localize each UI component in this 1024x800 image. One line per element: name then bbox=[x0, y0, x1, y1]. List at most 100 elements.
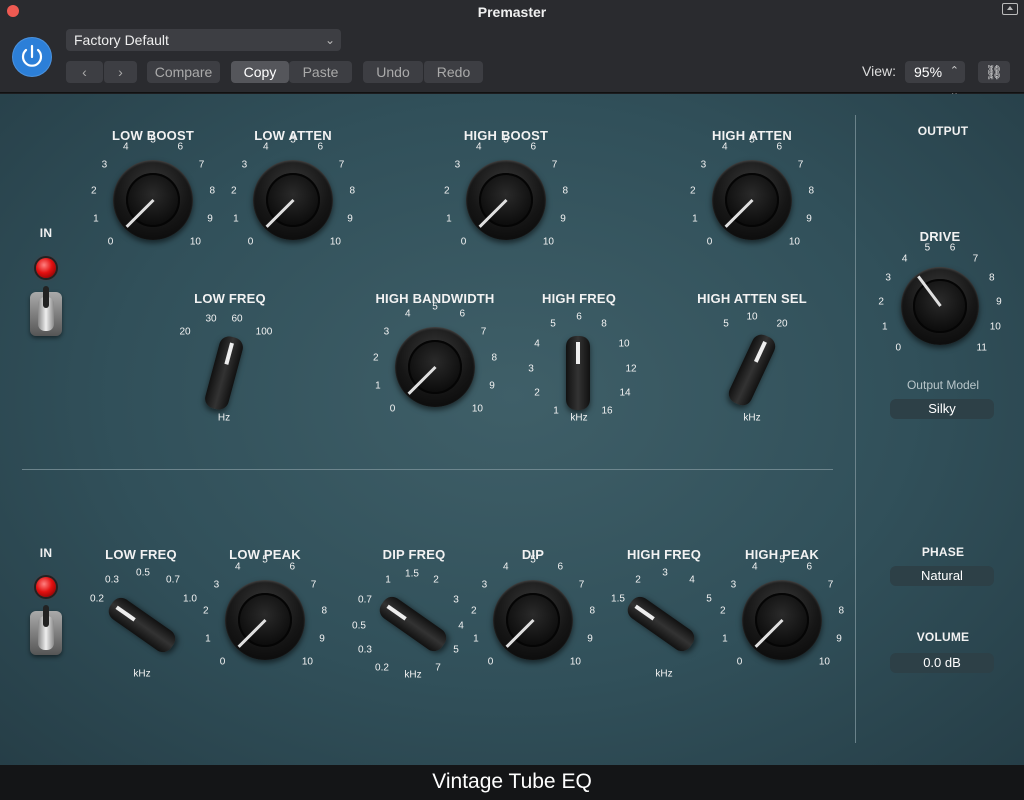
phase-select[interactable]: Natural bbox=[890, 566, 994, 586]
high-freq-bottom-selector[interactable] bbox=[623, 592, 699, 656]
low-freq-bottom-label: LOW FREQ bbox=[105, 547, 177, 562]
high-peak-tick-10: 10 bbox=[818, 656, 830, 668]
redo-button[interactable]: Redo bbox=[423, 61, 483, 83]
high-bandwidth-tick-2: 2 bbox=[372, 352, 379, 364]
low-boost-tick-9: 9 bbox=[207, 213, 213, 225]
high-boost-tick-0: 0 bbox=[460, 236, 467, 248]
drive-tick-10: 10 bbox=[989, 321, 1001, 333]
low-boost-tick-5: 5 bbox=[150, 134, 156, 146]
previous-preset-button[interactable]: ‹ bbox=[66, 61, 103, 83]
dip-freq-selector[interactable] bbox=[375, 592, 451, 656]
high-bandwidth-tick-10: 10 bbox=[471, 403, 483, 415]
high-bandwidth-knob[interactable] bbox=[395, 327, 475, 407]
high-atten-sel-selector[interactable] bbox=[725, 331, 779, 409]
low-peak-tick-2: 2 bbox=[202, 605, 209, 617]
low-freq-top-selector[interactable] bbox=[202, 334, 246, 412]
high-freq-top-tick-7: 10 bbox=[618, 338, 630, 350]
low-atten-knob[interactable] bbox=[253, 160, 333, 240]
window-title: Premaster bbox=[477, 4, 547, 20]
in-toggle-top[interactable] bbox=[30, 286, 62, 336]
in-toggle-bottom[interactable] bbox=[30, 605, 62, 655]
dip-tick-6: 6 bbox=[557, 561, 564, 573]
next-preset-button[interactable]: › bbox=[103, 61, 137, 83]
low-freq-bottom-unit: kHz bbox=[133, 668, 151, 680]
output-model-select[interactable]: Silky bbox=[890, 399, 994, 419]
dip-tick-10: 10 bbox=[569, 656, 581, 668]
low-freq-bottom-tick-3: 0.7 bbox=[166, 574, 180, 586]
expand-icon[interactable] bbox=[1002, 3, 1018, 15]
output-model-label: Output Model bbox=[906, 378, 980, 392]
drive-tick-8: 8 bbox=[989, 272, 995, 284]
low-boost-tick-6: 6 bbox=[177, 141, 184, 153]
high-atten-tick-3: 3 bbox=[700, 159, 707, 171]
dip-tick-3: 3 bbox=[481, 579, 488, 591]
low-boost-tick-0: 0 bbox=[107, 236, 114, 248]
high-freq-top-tick-9: 14 bbox=[619, 387, 631, 399]
dip-tick-5: 5 bbox=[530, 554, 536, 566]
low-peak-tick-6: 6 bbox=[289, 561, 296, 573]
preset-value: Factory Default bbox=[74, 32, 169, 48]
dip-freq-unit: kHz bbox=[404, 669, 422, 681]
dip-freq-tick-1: 0.3 bbox=[358, 644, 372, 656]
preset-dropdown[interactable]: Factory Default ⌄ bbox=[66, 29, 341, 51]
paste-button[interactable]: Paste bbox=[289, 61, 352, 83]
high-bandwidth-tick-7: 7 bbox=[480, 326, 487, 338]
low-boost-tick-1: 1 bbox=[93, 213, 99, 225]
dip-tick-0: 0 bbox=[487, 656, 494, 668]
drive-tick-5: 5 bbox=[924, 242, 931, 254]
dip-freq-tick-4: 1 bbox=[385, 574, 391, 586]
low-boost-knob[interactable] bbox=[113, 160, 193, 240]
dip-freq-tick-3: 0.7 bbox=[358, 594, 372, 606]
high-atten-knob[interactable] bbox=[712, 160, 792, 240]
link-button[interactable]: ⛓ bbox=[978, 61, 1010, 83]
high-atten-sel-tick-1: 10 bbox=[746, 311, 758, 323]
high-boost-tick-10: 10 bbox=[542, 236, 554, 248]
high-freq-top-tick-5: 6 bbox=[576, 311, 582, 323]
low-atten-pointer bbox=[265, 198, 295, 228]
high-bandwidth-tick-9: 9 bbox=[489, 380, 495, 392]
dip-knob[interactable] bbox=[493, 580, 573, 660]
low-peak-knob[interactable] bbox=[225, 580, 305, 660]
high-freq-top-selector[interactable] bbox=[566, 336, 590, 410]
undo-button[interactable]: Undo bbox=[363, 61, 423, 83]
drive-knob[interactable] bbox=[901, 267, 979, 345]
low-atten-tick-10: 10 bbox=[329, 236, 341, 248]
low-freq-bottom-tick-1: 0.3 bbox=[105, 574, 119, 586]
power-icon bbox=[21, 44, 43, 67]
compare-button[interactable]: Compare bbox=[147, 61, 220, 83]
power-button[interactable] bbox=[12, 37, 52, 77]
plugin-window: Premaster Factory Default ⌄ ‹ › Compare … bbox=[0, 0, 1024, 800]
output-divider bbox=[855, 115, 856, 743]
low-atten-tick-6: 6 bbox=[317, 141, 324, 153]
high-boost-tick-9: 9 bbox=[560, 213, 566, 225]
high-peak-pointer bbox=[754, 618, 784, 648]
high-peak-tick-6: 6 bbox=[806, 561, 813, 573]
high-atten-pointer bbox=[724, 198, 754, 228]
view-zoom-stepper[interactable]: 95% ⌃ ⌄ bbox=[905, 61, 965, 99]
low-freq-bottom-selector[interactable] bbox=[104, 593, 180, 657]
low-boost-tick-8: 8 bbox=[209, 185, 216, 197]
high-peak-tick-0: 0 bbox=[736, 656, 743, 668]
copy-button[interactable]: Copy bbox=[231, 61, 289, 83]
high-peak-tick-4: 4 bbox=[751, 561, 758, 573]
high-atten-sel-tick-2: 20 bbox=[776, 318, 788, 330]
volume-field[interactable]: 0.0 dB bbox=[890, 653, 994, 673]
dip-freq-tick-7: 3 bbox=[453, 594, 459, 606]
dip-freq-tick-6: 2 bbox=[433, 574, 439, 586]
high-atten-tick-6: 6 bbox=[776, 141, 783, 153]
low-peak-tick-8: 8 bbox=[321, 605, 328, 617]
high-peak-tick-3: 3 bbox=[730, 579, 737, 591]
high-peak-knob[interactable] bbox=[742, 580, 822, 660]
dip-tick-2: 2 bbox=[470, 605, 477, 617]
high-boost-knob[interactable] bbox=[466, 160, 546, 240]
low-freq-bottom-tick-4: 1.0 bbox=[183, 593, 197, 605]
high-peak-tick-7: 7 bbox=[827, 579, 834, 591]
low-peak-tick-5: 5 bbox=[262, 554, 268, 566]
dip-freq-tick-9: 5 bbox=[453, 644, 459, 656]
high-boost-pointer bbox=[478, 198, 508, 228]
high-bandwidth-tick-6: 6 bbox=[459, 308, 466, 320]
high-freq-bottom-tick-0: 1.5 bbox=[611, 593, 625, 605]
dip-tick-7: 7 bbox=[578, 579, 585, 591]
high-freq-bottom-tick-3: 4 bbox=[689, 574, 695, 586]
drive-tick-1: 1 bbox=[881, 321, 888, 333]
